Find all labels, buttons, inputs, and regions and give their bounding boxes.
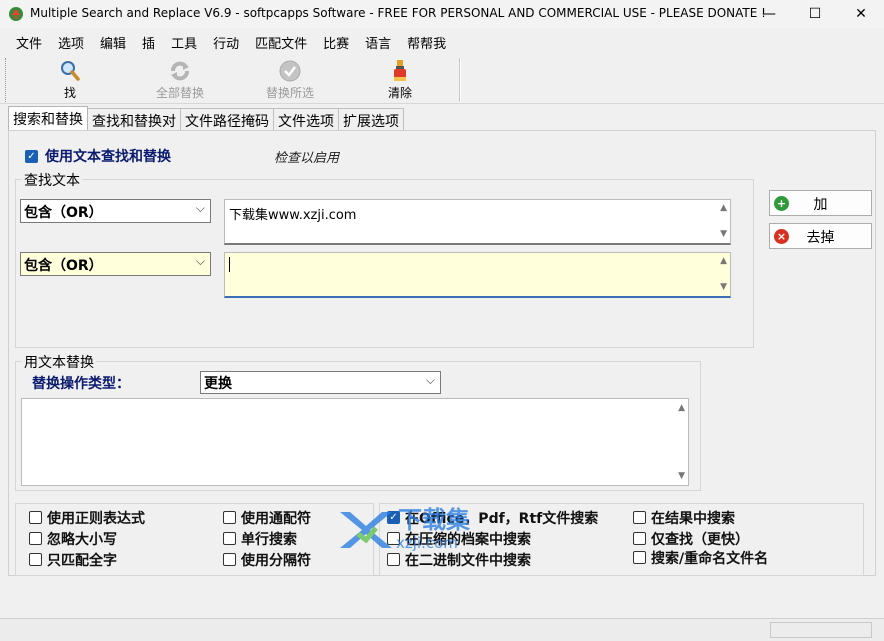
text-cursor [229, 257, 230, 272]
menu-actions[interactable]: 行动 [205, 30, 247, 52]
option-single-line-checkbox[interactable] [223, 532, 236, 545]
menu-tools[interactable]: 工具 [163, 30, 205, 52]
remove-button[interactable]: × 去掉 [769, 223, 872, 249]
maximize-button[interactable]: ☐ [792, 0, 838, 28]
find-mode-select-2[interactable]: 包含（OR） ⌵ [20, 252, 211, 276]
option-whole-word-checkbox[interactable] [29, 553, 42, 566]
title-bar: Multiple Search and Replace V6.9 - softp… [0, 0, 884, 28]
clear-label: 清除 [387, 86, 412, 100]
add-button[interactable]: + 加 [769, 190, 872, 216]
option-separators-label: 使用分隔符 [241, 553, 311, 569]
watermark: 下载集 xzji.com [336, 498, 486, 558]
toolbar: 找 全部替换 替换所选 清除 [0, 54, 884, 104]
scroll-up-icon[interactable]: ▲ [678, 403, 685, 413]
option-find-only-label: 仅查找（更快） [651, 532, 749, 548]
watermark-text-1: 下载集 [398, 506, 470, 534]
find-text-value-1: 下载集www.xzji.com [229, 208, 357, 223]
menu-match[interactable]: 比赛 [315, 30, 357, 52]
menu-match-files[interactable]: 匹配文件 [247, 30, 315, 52]
option-ignore-case-label: 忽略大小写 [47, 532, 117, 548]
scroll-down-icon[interactable]: ▼ [678, 471, 685, 481]
magnifier-icon [58, 59, 82, 83]
replace-text-group-title: 用文本替换 [22, 352, 96, 372]
find-text-group-title: 查找文本 [22, 170, 82, 190]
chevron-down-icon: ⌵ [425, 373, 435, 387]
find-label: 找 [63, 86, 76, 100]
replace-op-type-label: 替换操作类型： [32, 376, 130, 392]
option-regex-checkbox[interactable] [29, 511, 42, 524]
app-icon [8, 6, 24, 22]
replace-op-type-value: 更换 [204, 376, 232, 392]
tab-extended-options[interactable]: 扩展选项 [338, 108, 404, 130]
scroll-up-icon[interactable]: ▲ [720, 256, 727, 266]
scroll-down-icon[interactable]: ▼ [720, 282, 727, 292]
option-find-only-checkbox[interactable] [633, 532, 646, 545]
menu-language[interactable]: 语言 [357, 30, 399, 52]
find-button[interactable]: 找 [25, 56, 115, 102]
use-text-label: 使用文本查找和替换 [45, 149, 171, 165]
check-circle-icon [278, 59, 302, 83]
menu-help[interactable]: 帮帮我 [399, 30, 454, 52]
option-whole-word-label: 只匹配全字 [47, 553, 117, 569]
option-wildcards-label: 使用通配符 [241, 511, 311, 527]
replace-text-input[interactable]: ▲ ▼ [21, 398, 689, 486]
option-wildcards-checkbox[interactable] [223, 511, 236, 524]
watermark-logo-icon [340, 512, 392, 548]
status-bar [0, 618, 884, 641]
scroll-down-icon[interactable]: ▼ [720, 229, 727, 239]
option-single-line-label: 单行搜索 [241, 532, 297, 548]
add-button-label: 加 [813, 197, 828, 213]
find-text-input-2[interactable]: ▲ ▼ [224, 252, 731, 298]
find-mode-value-2: 包含（OR） [24, 258, 103, 274]
use-text-checkbox[interactable]: ✓ [25, 150, 38, 163]
option-rename-files-checkbox[interactable] [633, 551, 646, 564]
watermark-text-2: xzji.com [396, 534, 458, 552]
find-text-input-1[interactable]: 下载集www.xzji.com ▲ ▼ [224, 199, 731, 245]
option-ignore-case-checkbox[interactable] [29, 532, 42, 545]
menu-options[interactable]: 选项 [50, 30, 92, 52]
replace-all-button[interactable]: 全部替换 [135, 56, 225, 102]
remove-button-label: 去掉 [806, 230, 835, 246]
clear-button[interactable]: 清除 [355, 56, 445, 102]
window-title: Multiple Search and Replace V6.9 - softp… [30, 6, 766, 20]
menu-file[interactable]: 文件 [8, 30, 50, 52]
status-field [770, 622, 872, 638]
option-rename-files-label: 搜索/重命名文件名 [651, 551, 769, 567]
menu-edit[interactable]: 编辑 [92, 30, 134, 52]
check-hint: 检查以启用 [274, 151, 340, 166]
minimize-button[interactable]: — [746, 0, 792, 28]
option-regex-label: 使用正则表达式 [47, 511, 145, 527]
tab-file-path-masks[interactable]: 文件路径掩码 [180, 108, 274, 130]
close-button[interactable]: ✕ [838, 0, 884, 28]
tab-search-replace[interactable]: 搜索和替换 [8, 106, 88, 130]
refresh-icon [168, 59, 192, 83]
chevron-down-icon: ⌵ [195, 254, 205, 268]
option-in-results-checkbox[interactable] [633, 511, 646, 524]
replace-all-label: 全部替换 [155, 86, 204, 100]
menu-insert[interactable]: 插 [134, 30, 163, 52]
toolbar-separator [459, 58, 461, 102]
find-mode-value-1: 包含（OR） [24, 205, 103, 221]
option-in-results-label: 在结果中搜索 [651, 511, 735, 527]
option-separators-checkbox[interactable] [223, 553, 236, 566]
menu-bar: 文件 选项 编辑 插 工具 行动 匹配文件 比赛 语言 帮帮我 [0, 30, 884, 52]
tab-find-replace-pairs[interactable]: 查找和替换对 [87, 108, 181, 130]
replace-selected-label: 替换所选 [265, 86, 314, 100]
tab-strip: 搜索和替换 查找和替换对 文件路径掩码 文件选项 扩展选项 [8, 106, 404, 130]
brush-icon [388, 59, 412, 83]
tab-file-options[interactable]: 文件选项 [273, 108, 339, 130]
scroll-up-icon[interactable]: ▲ [720, 203, 727, 213]
replace-op-type-select[interactable]: 更换 ⌵ [200, 371, 441, 394]
toolbar-grip[interactable] [5, 58, 8, 102]
replace-selected-button[interactable]: 替换所选 [245, 56, 335, 102]
chevron-down-icon: ⌵ [195, 201, 205, 215]
find-mode-select-1[interactable]: 包含（OR） ⌵ [20, 199, 211, 223]
